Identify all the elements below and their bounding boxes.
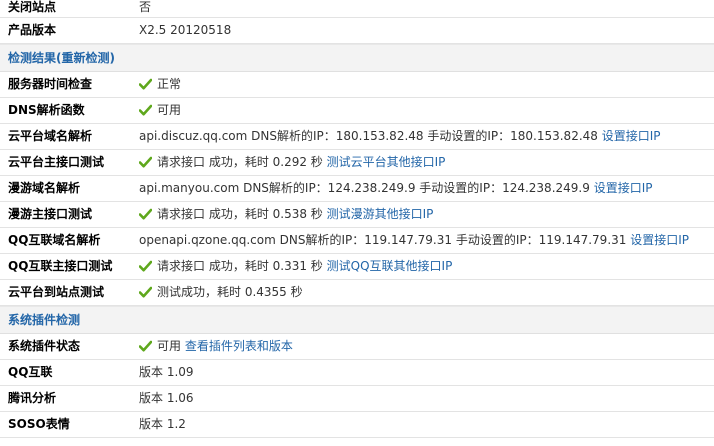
row-value: 可用 bbox=[157, 339, 182, 353]
row-label: 产品版本 bbox=[8, 23, 57, 37]
row-value: X2.5 20120518 bbox=[139, 23, 232, 37]
row-label: 云平台主接口测试 bbox=[8, 155, 105, 169]
row-link[interactable]: 设置接口IP bbox=[630, 233, 689, 247]
check-row: SOSO表情 版本 1.2 bbox=[0, 412, 714, 438]
row-label: 系统插件状态 bbox=[8, 339, 81, 353]
row-label: 漫游主接口测试 bbox=[8, 207, 93, 221]
row-value-cell: 测试成功，耗时 0.4355 秒 bbox=[139, 280, 303, 305]
check-row: 漫游主接口测试 请求接口 成功，耗时 0.538 秒 测试漫游其他接口IP bbox=[0, 202, 714, 228]
check-icon bbox=[139, 340, 152, 352]
row-value-cell: api.discuz.qq.com DNS解析的IP：180.153.82.48… bbox=[139, 124, 661, 149]
row-link[interactable]: 测试QQ互联其他接口IP bbox=[327, 259, 453, 273]
check-rows: 服务器时间检查 正常 DNS解析函数 可用云平台域名解析 api.discuz.qq.c… bbox=[0, 72, 714, 306]
row-value-cell: 版本 1.06 bbox=[139, 386, 194, 411]
check-row: 云平台主接口测试 请求接口 成功，耗时 0.292 秒 测试云平台其他接口IP bbox=[0, 150, 714, 176]
row-value: 请求接口 成功，耗时 0.331 秒 bbox=[157, 259, 323, 273]
row-value: 正常 bbox=[157, 77, 182, 91]
check-row: 腾讯分析 版本 1.06 bbox=[0, 386, 714, 412]
row-value-cell: 请求接口 成功，耗时 0.538 秒 测试漫游其他接口IP bbox=[139, 202, 433, 227]
check-row: 服务器时间检查 正常 bbox=[0, 72, 714, 98]
row-value-cell: 可用 查看插件列表和版本 bbox=[139, 334, 293, 359]
check-row: QQ互联主接口测试 请求接口 成功，耗时 0.331 秒 测试QQ互联其他接口IP bbox=[0, 254, 714, 280]
row-value: openapi.qzone.qq.com DNS解析的IP：119.147.79… bbox=[139, 233, 627, 247]
row-label: SOSO表情 bbox=[8, 417, 70, 431]
section-title: 系统插件检测 bbox=[8, 313, 81, 327]
check-row: 漫游域名解析 api.manyou.com DNS解析的IP：124.238.24… bbox=[0, 176, 714, 202]
row-value-cell: 正常 bbox=[139, 72, 181, 97]
row-value-cell: 版本 1.09 bbox=[139, 360, 194, 385]
row-label: QQ互联域名解析 bbox=[8, 233, 101, 247]
check-row: QQ互联域名解析 openapi.qzone.qq.com DNS解析的IP：11… bbox=[0, 228, 714, 254]
row-value: 版本 1.06 bbox=[139, 391, 194, 405]
row-label: DNS解析函数 bbox=[8, 103, 85, 117]
check-icon bbox=[139, 260, 152, 272]
diagnostics-table: 关闭站点 否 产品版本 X2.5 20120518 检测结果(重新检测) 服务器… bbox=[0, 0, 714, 438]
row-value: 版本 1.2 bbox=[139, 417, 186, 431]
row-value-cell: api.manyou.com DNS解析的IP：124.238.249.9 手动… bbox=[139, 176, 652, 201]
row-label: 漫游域名解析 bbox=[8, 181, 81, 195]
row-value-cell: 版本 1.2 bbox=[139, 412, 186, 437]
plugin-rows: 系统插件状态 可用 查看插件列表和版本 QQ互联 版本 1.09 腾讯分析 版本 1.06… bbox=[0, 334, 714, 438]
check-icon bbox=[139, 78, 152, 90]
row-value: 请求接口 成功，耗时 0.538 秒 bbox=[157, 207, 323, 221]
row-value: 测试成功，耗时 0.4355 秒 bbox=[157, 285, 303, 299]
row-link[interactable]: 测试云平台其他接口IP bbox=[327, 155, 446, 169]
row-value-cell: openapi.qzone.qq.com DNS解析的IP：119.147.79… bbox=[139, 228, 689, 253]
row-product-version: 产品版本 X2.5 20120518 bbox=[0, 18, 714, 44]
check-row: 云平台域名解析 api.discuz.qq.com DNS解析的IP：180.15… bbox=[0, 124, 714, 150]
check-row: 云平台到站点测试 测试成功，耗时 0.4355 秒 bbox=[0, 280, 714, 306]
row-value-cell: 请求接口 成功，耗时 0.331 秒 测试QQ互联其他接口IP bbox=[139, 254, 452, 279]
row-value: 请求接口 成功，耗时 0.292 秒 bbox=[157, 155, 323, 169]
row-link[interactable]: 测试漫游其他接口IP bbox=[327, 207, 434, 221]
row-close-site: 关闭站点 否 bbox=[0, 0, 714, 18]
check-row: QQ互联 版本 1.09 bbox=[0, 360, 714, 386]
row-value: 版本 1.09 bbox=[139, 365, 194, 379]
row-label: QQ互联主接口测试 bbox=[8, 259, 113, 273]
row-value: api.discuz.qq.com DNS解析的IP：180.153.82.48… bbox=[139, 129, 598, 143]
check-icon bbox=[139, 156, 152, 168]
section-check-results[interactable]: 检测结果(重新检测) bbox=[0, 44, 714, 72]
row-label: 云平台域名解析 bbox=[8, 129, 93, 143]
row-value: api.manyou.com DNS解析的IP：124.238.249.9 手动… bbox=[139, 181, 590, 195]
row-label: 腾讯分析 bbox=[8, 391, 57, 405]
row-label: QQ互联 bbox=[8, 365, 53, 379]
row-label: 服务器时间检查 bbox=[8, 77, 93, 91]
check-icon bbox=[139, 286, 152, 298]
check-row: 系统插件状态 可用 查看插件列表和版本 bbox=[0, 334, 714, 360]
row-link[interactable]: 设置接口IP bbox=[602, 129, 661, 143]
row-value-cell: 可用 bbox=[139, 98, 181, 123]
check-icon bbox=[139, 104, 152, 116]
row-value: 可用 bbox=[157, 103, 182, 117]
check-icon bbox=[139, 208, 152, 220]
row-link[interactable]: 设置接口IP bbox=[594, 181, 653, 195]
check-row: DNS解析函数 可用 bbox=[0, 98, 714, 124]
row-value-cell: 请求接口 成功，耗时 0.292 秒 测试云平台其他接口IP bbox=[139, 150, 445, 175]
row-label: 关闭站点 bbox=[8, 0, 57, 14]
section-title[interactable]: 检测结果(重新检测) bbox=[0, 51, 115, 65]
section-plugins: 系统插件检测 bbox=[0, 306, 714, 334]
row-label: 云平台到站点测试 bbox=[8, 285, 105, 299]
row-value: 否 bbox=[139, 0, 152, 14]
row-link[interactable]: 查看插件列表和版本 bbox=[185, 339, 293, 353]
